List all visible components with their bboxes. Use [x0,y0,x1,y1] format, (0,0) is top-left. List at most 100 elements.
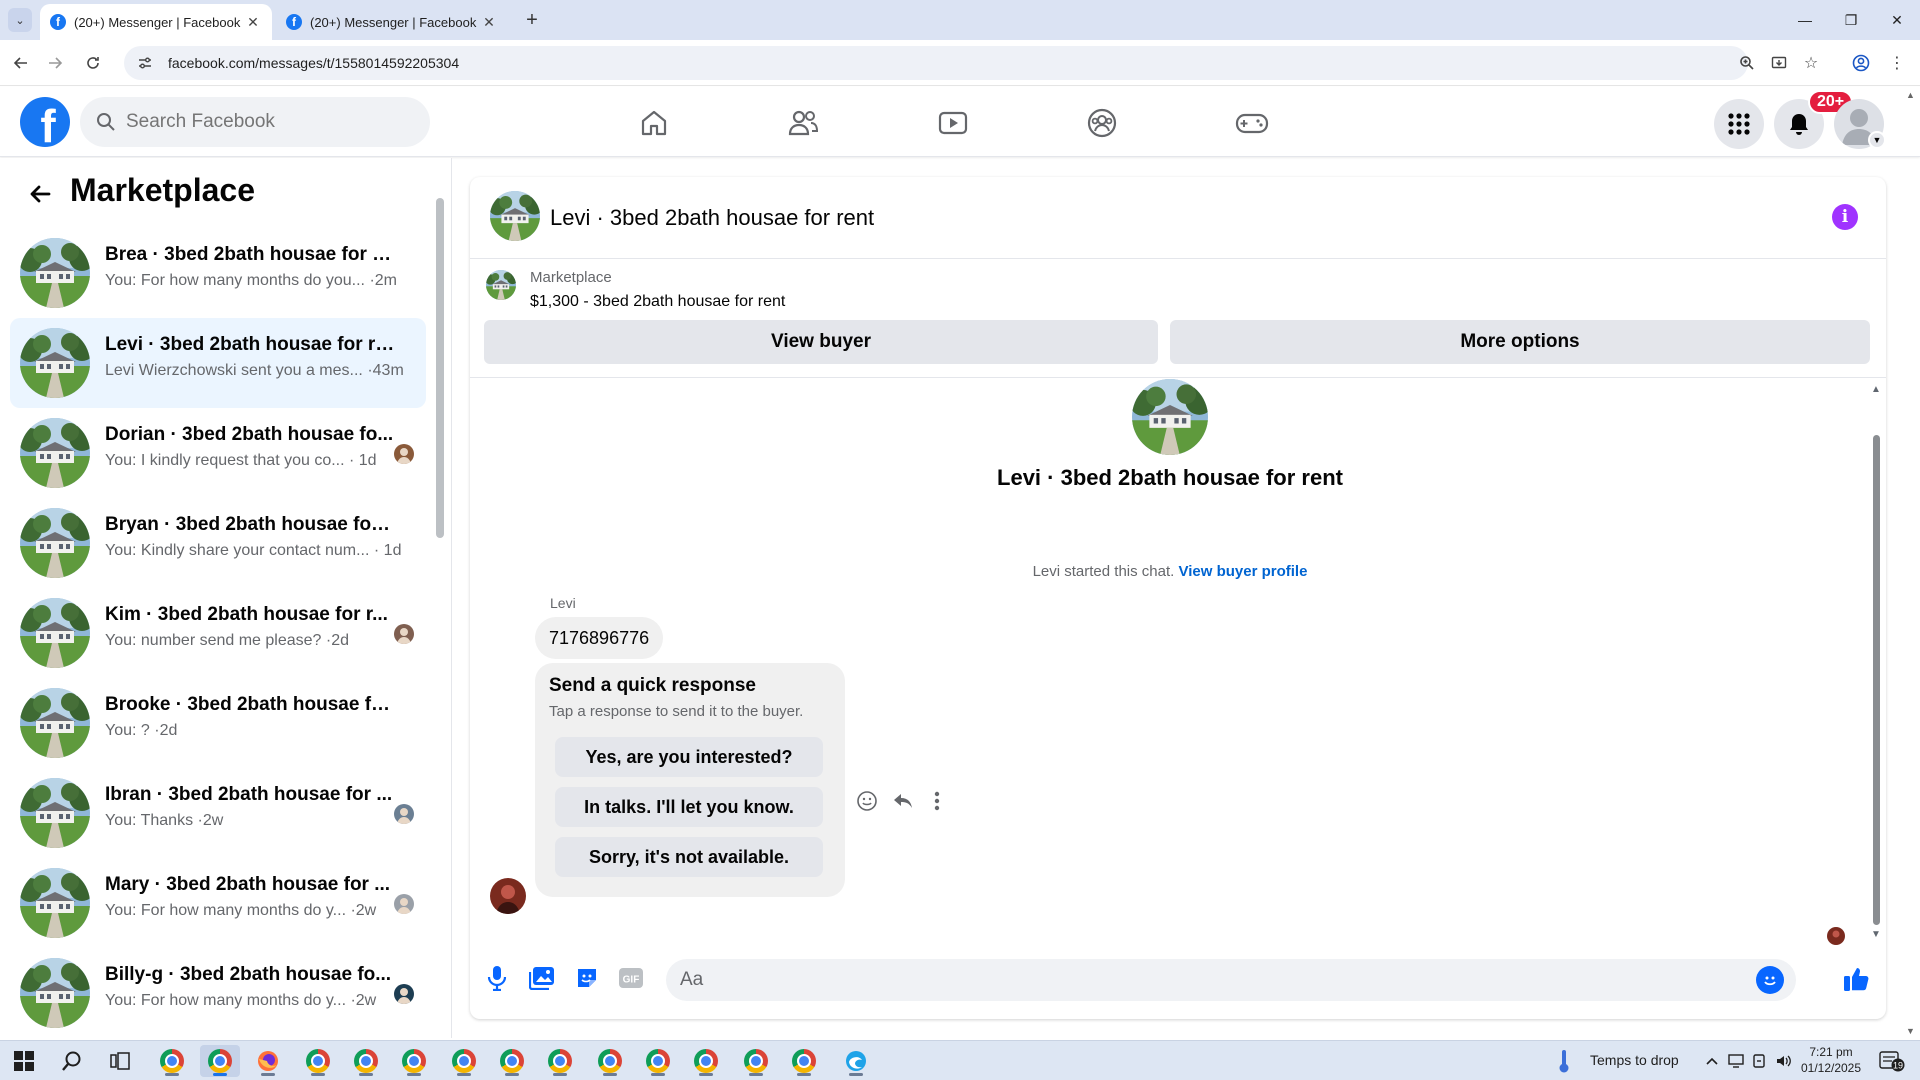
taskbar-app-chrome[interactable] [298,1045,338,1077]
conversation-item[interactable]: Mary · 3bed 2bath housae for ... You: For… [10,858,426,948]
volume-icon[interactable] [1772,1045,1796,1077]
chrome-icon [598,1049,622,1073]
taskbar-app-chrome[interactable] [736,1045,776,1077]
watch-icon[interactable] [935,105,971,141]
conversation-item[interactable]: Brooke · 3bed 2bath housae for r... You: … [10,678,426,768]
tab-close-icon[interactable]: ✕ [244,14,262,31]
emoji-icon[interactable] [1756,966,1784,994]
taskbar-app-chrome[interactable] [152,1045,192,1077]
reload-button[interactable] [78,48,108,78]
facebook-search[interactable] [80,97,430,147]
message-bubble[interactable]: 7176896776 [535,617,664,659]
taskbar-app-chrome[interactable] [540,1045,580,1077]
photo-icon[interactable] [527,963,557,993]
chevron-down-icon[interactable]: ▼ [1868,131,1886,149]
taskbar-app-edge[interactable] [836,1045,876,1077]
chat-title[interactable]: Levi · 3bed 2bath housae for rent [550,205,874,231]
conversation-item[interactable]: Dorian · 3bed 2bath housae fo... You: I k… [10,408,426,498]
taskbar-app-chrome[interactable] [638,1045,678,1077]
battery-icon[interactable] [1748,1045,1772,1077]
weather-text[interactable]: Temps to drop [1590,1052,1679,1068]
restore-button[interactable]: ❐ [1828,6,1874,34]
listing-thumbnail[interactable] [490,191,540,241]
notification-center-icon[interactable]: 19 [1872,1045,1912,1077]
react-emoji-icon[interactable] [854,788,880,814]
listing-price-title[interactable]: $1,300 - 3bed 2bath housae for rent [530,293,785,311]
conversation-item[interactable]: Levi · 3bed 2bath housae for rent Levi Wi… [10,318,426,408]
browser-menu-icon[interactable]: ⋮ [1882,48,1912,78]
zoom-icon[interactable] [1732,48,1762,78]
taskbar-app-chrome[interactable] [394,1045,434,1077]
browser-tab-active[interactable]: f (20+) Messenger | Facebook ✕ [40,4,272,40]
chat-scroll-up-arrow[interactable]: ▲ [1870,384,1882,395]
taskbar-clock[interactable]: 7:21 pm 01/12/2025 [1796,1044,1866,1076]
address-bar[interactable]: facebook.com/messages/t/1558014592205304 [124,46,1748,80]
clock-time: 7:21 pm [1809,1045,1853,1059]
taskbar-app-chrome[interactable] [346,1045,386,1077]
message-input[interactable] [680,969,1730,991]
conversation-item[interactable]: Kim · 3bed 2bath housae for r... You: num… [10,588,426,678]
minimize-button[interactable]: — [1782,6,1828,34]
network-icon[interactable] [1724,1045,1748,1077]
menu-grid-button[interactable] [1714,99,1764,149]
reply-icon[interactable] [890,788,916,814]
close-window-button[interactable]: ✕ [1874,6,1920,34]
search-icon[interactable] [52,1045,92,1077]
view-buyer-button[interactable]: View buyer [484,320,1158,364]
forward-arrow-icon [49,57,63,69]
microphone-icon[interactable] [482,963,512,993]
taskbar-app-chrome[interactable] [686,1045,726,1077]
thumbs-up-icon[interactable] [1840,963,1872,995]
page-scroll-down-arrow[interactable]: ▼ [1906,1026,1915,1036]
taskbar-app-chrome[interactable] [492,1045,532,1077]
more-options-button[interactable]: More options [1170,320,1870,364]
search-input[interactable] [126,111,406,133]
quick-response-yes-button[interactable]: Yes, are you interested? [555,737,823,777]
message-input-box[interactable] [666,959,1796,1001]
sticker-icon[interactable] [572,963,602,993]
tab-search-button[interactable]: ⌄ [8,8,32,32]
quick-response-in-talks-button[interactable]: In talks. I'll let you know. [555,787,823,827]
gaming-icon[interactable] [1234,105,1270,141]
conversation-item[interactable]: Ibran · 3bed 2bath housae for ... You: Th… [10,768,426,858]
facebook-logo-icon[interactable]: f [20,97,70,147]
task-view-icon[interactable] [100,1045,140,1077]
taskbar-app-chrome[interactable] [444,1045,484,1077]
show-hidden-icons-icon[interactable] [1700,1045,1724,1077]
conversation-item[interactable]: Brea · 3bed 2bath housae for rent You: Fo… [10,228,426,318]
conversation-preview: Levi Wierzchowski sent you a mes... ·43m [105,362,404,379]
sidebar-scrollbar[interactable] [436,198,444,538]
bookmark-star-icon[interactable]: ☆ [1796,48,1826,78]
taskbar-app-chrome[interactable] [784,1045,824,1077]
chat-scrollbar[interactable] [1873,435,1880,925]
page-scroll-up-arrow[interactable]: ▲ [1906,90,1915,100]
tab-close-icon[interactable]: ✕ [480,14,498,31]
forward-button[interactable] [40,48,70,78]
windows-start-icon[interactable] [4,1045,44,1077]
taskbar-app-chrome[interactable] [200,1045,240,1077]
conversation-thumbnail [20,598,90,668]
conversation-item[interactable]: Billy-g · 3bed 2bath housae fo... You: Fo… [10,948,426,1038]
sender-avatar[interactable] [490,878,526,914]
quick-response-not-available-button[interactable]: Sorry, it's not available. [555,837,823,877]
browser-tab[interactable]: f (20+) Messenger | Facebook ✕ [276,4,508,40]
groups-icon[interactable] [1084,105,1120,141]
profile-icon[interactable] [1846,48,1876,78]
gif-icon[interactable]: GIF [616,963,646,993]
more-actions-icon[interactable] [924,788,950,814]
new-tab-button[interactable]: + [520,8,544,32]
back-button[interactable] [6,48,36,78]
back-arrow-icon[interactable] [24,178,56,210]
conversation-item[interactable]: Bryan · 3bed 2bath housae for re... You: … [10,498,426,588]
site-info-icon[interactable] [136,54,154,72]
view-buyer-profile-link[interactable]: View buyer profile [1178,563,1307,580]
install-app-icon[interactable] [1764,48,1794,78]
friends-icon[interactable] [785,105,821,141]
conversation-preview: You: I kindly request that you co... · 1… [105,452,377,469]
message-thread: Levi · 3bed 2bath housae for rent Levi s… [470,379,1886,945]
thermometer-icon[interactable] [1552,1045,1576,1077]
taskbar-app-chrome[interactable] [590,1045,630,1077]
taskbar-app-firefox[interactable] [248,1045,288,1077]
info-icon[interactable]: i [1832,204,1858,230]
home-icon[interactable] [636,105,672,141]
